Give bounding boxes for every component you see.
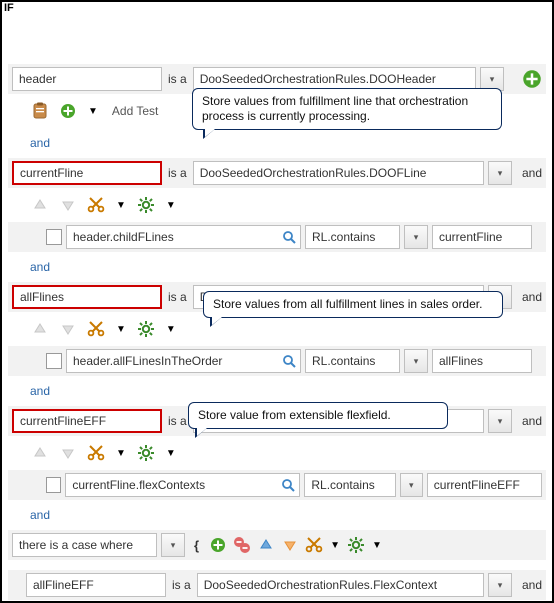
and-link[interactable]: and (26, 257, 54, 277)
test-row: currentFline.flexContexts RL.contains ▾ … (8, 470, 546, 500)
move-up-icon[interactable] (30, 319, 50, 339)
add-pattern-button[interactable] (522, 69, 542, 89)
add-test-caret-icon[interactable]: ▼ (86, 106, 100, 117)
move-down-icon[interactable] (58, 319, 78, 339)
add-icon[interactable] (208, 535, 228, 555)
caret-icon[interactable]: ▼ (114, 324, 128, 335)
cut-scissors-icon[interactable] (86, 319, 106, 339)
operator-dropdown[interactable]: ▾ (400, 473, 423, 497)
move-down-orange-icon[interactable] (280, 535, 300, 555)
move-down-icon[interactable] (58, 195, 78, 215)
field-input[interactable]: header.childFLines (66, 225, 301, 249)
brace-open: { (189, 538, 204, 553)
add-test-plus-icon[interactable] (58, 101, 78, 121)
field-input[interactable]: currentFline.flexContexts (65, 473, 300, 497)
gear-settings-icon[interactable] (136, 443, 156, 463)
is-a-label: is a (170, 578, 193, 592)
test-row: header.allFLinesInTheOrder RL.contains ▾… (8, 346, 546, 376)
operator-input[interactable]: RL.contains (305, 349, 400, 373)
test-toolbar: ▼ ▼ (8, 436, 546, 470)
alias-input-currentflineeff[interactable]: currentFlineEFF (12, 409, 162, 433)
operator-dropdown[interactable]: ▾ (404, 349, 428, 373)
callout-allflines: Store values from all fulfillment lines … (203, 291, 503, 318)
caret-icon[interactable]: ▼ (164, 448, 178, 459)
cut-scissors-icon[interactable] (86, 195, 106, 215)
and-link[interactable]: and (26, 505, 54, 525)
is-a-label: is a (166, 72, 189, 86)
search-icon[interactable] (281, 353, 297, 369)
operator-input[interactable]: RL.contains (305, 225, 400, 249)
and-trailing: and (516, 414, 542, 428)
move-down-icon[interactable] (58, 443, 78, 463)
operator-input[interactable]: RL.contains (304, 473, 395, 497)
caret-icon[interactable]: ▼ (114, 448, 128, 459)
alias-input-header[interactable]: header (12, 67, 162, 91)
alias-input-currentfline[interactable]: currentFline (12, 161, 162, 185)
clipboard-icon[interactable] (30, 101, 50, 121)
move-up-icon[interactable] (30, 195, 50, 215)
and-trailing: and (516, 290, 542, 304)
test-toolbar: ▼ ▼ (8, 188, 546, 222)
add-test-label[interactable]: Add Test (112, 104, 158, 118)
move-up-blue-icon[interactable] (256, 535, 276, 555)
gear-settings-icon[interactable] (136, 319, 156, 339)
type-dropdown[interactable]: ▾ (488, 161, 512, 185)
rhs-input[interactable]: currentFlineEFF (427, 473, 542, 497)
is-a-label: is a (166, 414, 189, 428)
callout-currentfline: Store values from fulfillment line that … (192, 88, 502, 130)
rhs-input[interactable]: allFlines (432, 349, 532, 373)
section-label: IF (4, 2, 14, 14)
and-trailing: and (516, 578, 542, 592)
gear-settings-icon[interactable] (346, 535, 366, 555)
caret-icon[interactable]: ▼ (370, 540, 384, 551)
test-checkbox[interactable] (46, 353, 62, 369)
case-selector[interactable]: there is a case where (12, 533, 157, 557)
alias-input-allflines[interactable]: allFlines (12, 285, 162, 309)
move-up-icon[interactable] (30, 443, 50, 463)
is-a-label: is a (166, 290, 189, 304)
and-trailing: and (516, 166, 542, 180)
pattern-row-allflineeff: allFlineEFF is a DooSeededOrchestrationR… (8, 570, 546, 600)
search-icon[interactable] (280, 477, 296, 493)
callout-flexfield: Store value from extensible flexfield. (188, 402, 448, 429)
and-link[interactable]: and (26, 381, 54, 401)
caret-icon[interactable]: ▼ (164, 200, 178, 211)
is-a-label: is a (166, 166, 189, 180)
test-checkbox[interactable] (46, 229, 62, 245)
case-dropdown[interactable]: ▾ (161, 533, 185, 557)
operator-dropdown[interactable]: ▾ (404, 225, 428, 249)
caret-icon[interactable]: ▼ (114, 200, 128, 211)
type-input-currentfline[interactable]: DooSeededOrchestrationRules.DOOFLine (193, 161, 484, 185)
test-checkbox[interactable] (46, 477, 61, 493)
caret-icon[interactable]: ▼ (328, 540, 342, 551)
case-row: there is a case where ▾ { ▼ ▼ (8, 530, 546, 560)
alias-input-allflineeff[interactable]: allFlineEFF (26, 573, 166, 597)
gear-settings-icon[interactable] (136, 195, 156, 215)
delete-icon[interactable] (232, 535, 252, 555)
type-input-allflineeff[interactable]: DooSeededOrchestrationRules.FlexContext (197, 573, 484, 597)
rhs-input[interactable]: currentFline (432, 225, 532, 249)
test-row: header.childFLines RL.contains ▾ current… (8, 222, 546, 252)
field-input[interactable]: header.allFLinesInTheOrder (66, 349, 301, 373)
cut-scissors-icon[interactable] (304, 535, 324, 555)
search-icon[interactable] (281, 229, 297, 245)
pattern-row-currentfline: currentFline is a DooSeededOrchestration… (8, 158, 546, 188)
type-dropdown[interactable]: ▾ (488, 409, 512, 433)
caret-icon[interactable]: ▼ (164, 324, 178, 335)
cut-scissors-icon[interactable] (86, 443, 106, 463)
type-dropdown[interactable]: ▾ (488, 573, 512, 597)
and-link[interactable]: and (26, 133, 54, 153)
